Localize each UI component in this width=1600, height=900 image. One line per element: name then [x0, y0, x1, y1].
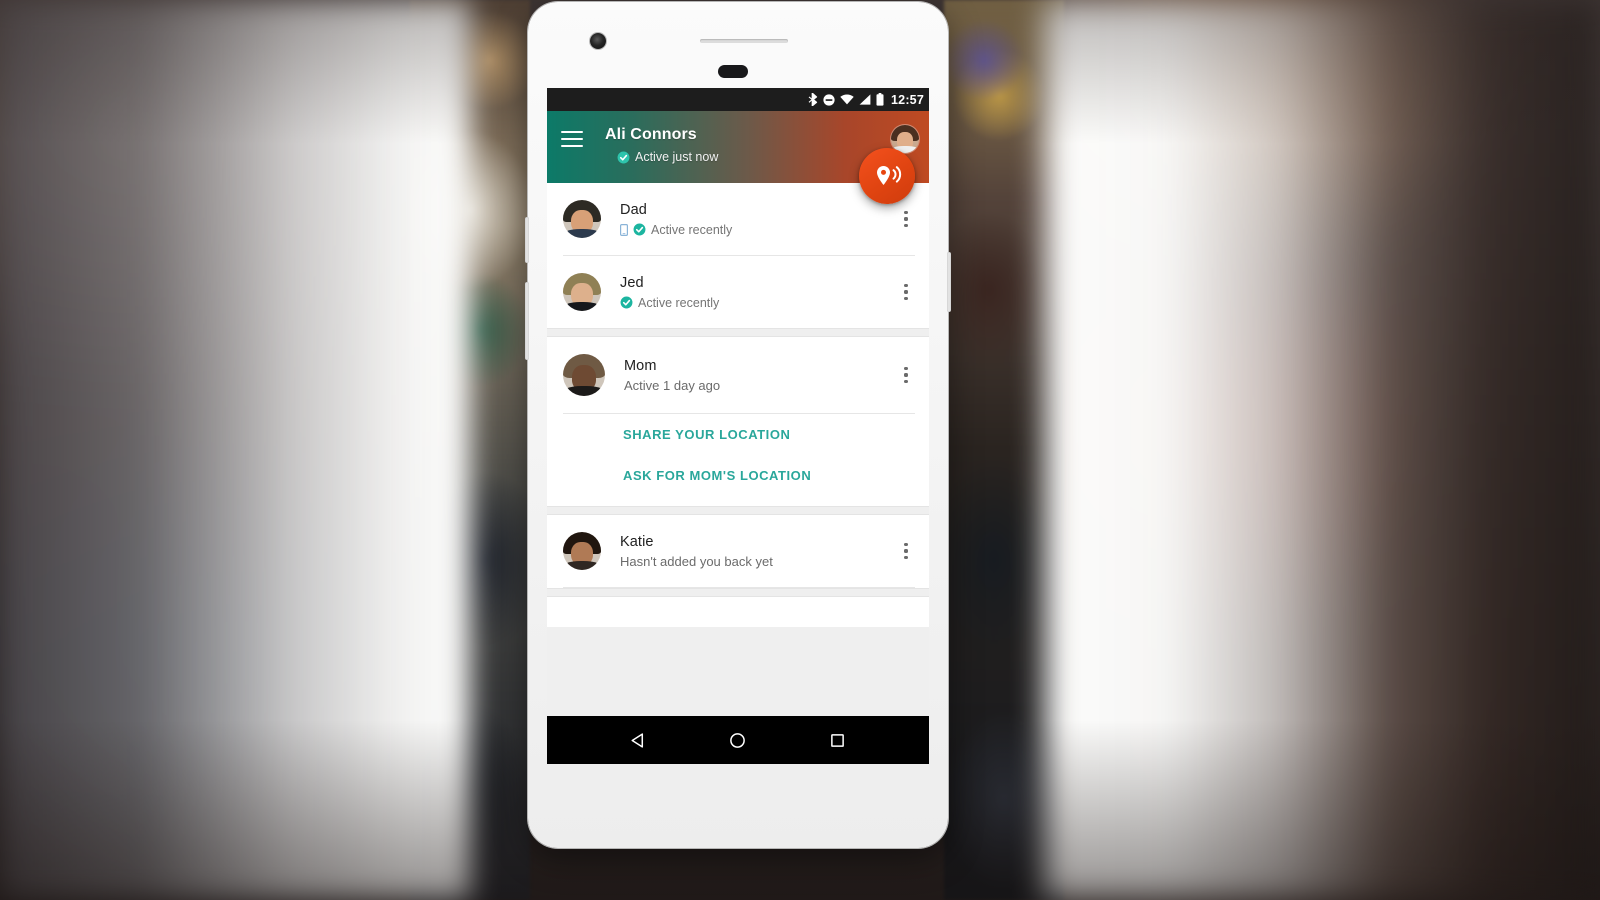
home-button[interactable] [716, 718, 760, 762]
list-item[interactable]: Jed Active recently [547, 256, 929, 328]
cellular-signal-icon [859, 94, 871, 105]
contact-status: Active recently [620, 222, 915, 238]
avatar [563, 532, 601, 570]
contact-name: Dad [620, 201, 647, 218]
status-bar: 12:57 [547, 88, 929, 111]
contact-status-label: Active recently [651, 222, 733, 237]
contact-status-label: Hasn't added you back yet [620, 553, 773, 569]
battery-icon [876, 93, 884, 106]
avatar-art [563, 354, 605, 396]
verified-check-icon [617, 151, 630, 163]
contact-card-mom: Mom Active 1 day ago Share your location… [547, 337, 929, 506]
wifi-icon [840, 94, 854, 105]
avatar [563, 273, 601, 311]
list-item[interactable]: Katie Hasn't added you back yet [547, 515, 929, 587]
list-tail [547, 597, 929, 627]
app-bar-texts: Ali Connors Active just now [605, 125, 718, 164]
android-navigation-bar [547, 716, 929, 764]
share-your-location-button[interactable]: Share your location [547, 414, 929, 455]
contact-card-katie: Katie Hasn't added you back yet [547, 515, 929, 588]
overflow-menu-icon[interactable] [897, 281, 915, 303]
avatar-art [563, 532, 601, 570]
side-button-right[interactable] [947, 252, 951, 312]
contact-status-label: Active 1 day ago [624, 377, 721, 393]
overflow-menu-icon[interactable] [897, 540, 915, 562]
list-item[interactable]: Mom Active 1 day ago [547, 337, 929, 413]
status-bar-clock: 12:57 [891, 92, 924, 107]
overflow-menu-icon[interactable] [897, 364, 915, 386]
overflow-menu-icon[interactable] [897, 208, 915, 230]
contact-name: Katie [620, 533, 654, 550]
list-item-texts: Katie Hasn't added you back yet [620, 533, 915, 570]
do-not-disturb-icon [823, 93, 835, 106]
back-button[interactable] [617, 718, 661, 762]
ask-for-location-button[interactable]: Ask for Mom's location [547, 455, 929, 496]
front-camera-icon [590, 33, 606, 49]
contact-actions: Share your location Ask for Mom's locati… [547, 414, 929, 506]
list-item-texts: Mom Active 1 day ago [624, 357, 915, 394]
avatar [563, 200, 601, 238]
section-separator [547, 328, 929, 337]
contact-name: Jed [620, 274, 644, 291]
volume-button[interactable] [525, 282, 529, 360]
recents-button[interactable] [815, 718, 859, 762]
contact-status: Active recently [620, 295, 915, 311]
phone-device-frame: 12:57 Ali Connors Active just now Dad Ac… [525, 2, 951, 848]
power-button[interactable] [525, 217, 529, 263]
section-separator [547, 588, 929, 597]
contact-status: Hasn't added you back yet [620, 554, 915, 570]
avatar [563, 354, 605, 396]
earpiece-speaker [700, 39, 788, 43]
home-circle-icon [730, 732, 746, 748]
share-location-fab[interactable] [859, 148, 915, 204]
proximity-sensor [718, 65, 748, 78]
verified-check-icon [620, 296, 633, 309]
contact-status: Active 1 day ago [624, 378, 915, 394]
phone-device-icon [620, 223, 628, 236]
contact-card-jed: Jed Active recently [547, 256, 929, 328]
bluetooth-icon [808, 93, 818, 106]
hamburger-menu-icon[interactable] [561, 131, 583, 147]
user-status-label: Active just now [635, 150, 719, 164]
section-separator [547, 506, 929, 515]
contacts-list[interactable]: Dad Active recently Jed Active recently … [547, 183, 929, 716]
contact-status-label: Active recently [638, 295, 720, 310]
back-triangle-icon [631, 732, 644, 748]
contact-name: Mom [624, 357, 657, 374]
avatar-art [563, 273, 601, 311]
location-broadcast-icon [877, 166, 902, 185]
phone-screen: 12:57 Ali Connors Active just now Dad Ac… [547, 88, 929, 764]
list-item-texts: Jed Active recently [620, 274, 915, 311]
list-item-texts: Dad Active recently [620, 201, 915, 238]
user-status: Active just now [617, 150, 718, 164]
avatar-art [563, 200, 601, 238]
recents-square-icon [830, 733, 844, 747]
page-title: Ali Connors [605, 126, 697, 143]
verified-check-icon [633, 223, 646, 236]
